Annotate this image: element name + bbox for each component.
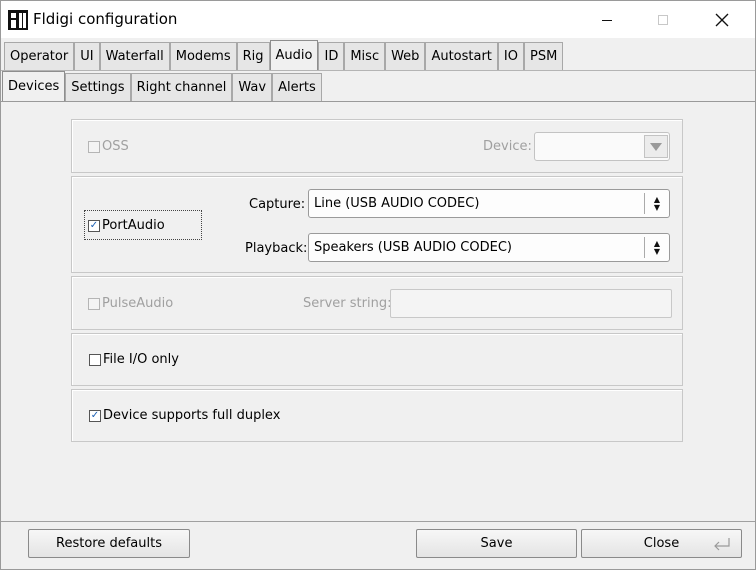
fldigi-app-icon: [8, 10, 28, 30]
server-string-label: Server string:: [303, 296, 392, 311]
tab-operator[interactable]: Operator: [4, 42, 75, 70]
window-title: Fldigi configuration: [33, 10, 178, 28]
tab-rig[interactable]: Rig: [236, 42, 270, 70]
tab-misc[interactable]: Misc: [344, 42, 386, 70]
full-duplex-label: Device supports full duplex: [103, 408, 281, 423]
portaudio-group: ✓ PortAudio Capture: Line (USB AUDIO COD…: [71, 176, 683, 273]
close-button[interactable]: Close: [581, 529, 742, 558]
oss-label: OSS: [102, 139, 129, 154]
full-duplex-group: ✓ Device supports full duplex: [71, 389, 683, 442]
tab-id[interactable]: ID: [318, 42, 345, 70]
oss-group: OSS Device:: [71, 119, 683, 173]
tab-waterfall[interactable]: Waterfall: [99, 42, 170, 70]
pulseaudio-group: PulseAudio Server string:: [71, 276, 683, 330]
file-io-group: File I/O only: [71, 333, 683, 386]
restore-defaults-button[interactable]: Restore defaults: [28, 529, 190, 558]
bottom-separator: [1, 521, 755, 522]
portaudio-checkbox[interactable]: ✓: [88, 220, 100, 232]
playback-select[interactable]: Speakers (USB AUDIO CODEC) ▲ ▼: [308, 233, 670, 262]
save-button[interactable]: Save: [416, 529, 577, 558]
capture-updown-icon: ▲ ▼: [644, 193, 669, 214]
close-icon: [715, 13, 729, 26]
pulseaudio-label: PulseAudio: [102, 296, 174, 311]
subtab-wav[interactable]: Wav: [232, 73, 273, 101]
playback-value: Speakers (USB AUDIO CODEC): [314, 240, 512, 255]
return-arrow-icon: [714, 538, 730, 551]
oss-device-dropdown-arrow[interactable]: [644, 135, 668, 158]
capture-value: Line (USB AUDIO CODEC): [314, 196, 480, 211]
maximize-icon: [658, 14, 668, 25]
tab-psm[interactable]: PSM: [523, 42, 564, 70]
close-button-label: Close: [643, 536, 680, 551]
portaudio-label: PortAudio: [102, 218, 165, 233]
capture-select[interactable]: Line (USB AUDIO CODEC) ▲ ▼: [308, 189, 670, 218]
subtab-row-divider: [1, 101, 755, 102]
primary-tab-bar: Operator UI Waterfall Modems Rig Audio I…: [4, 40, 564, 70]
chevron-down-icon: [650, 142, 662, 151]
tab-io[interactable]: IO: [497, 42, 524, 70]
full-duplex-checkbox[interactable]: ✓: [89, 410, 101, 422]
server-string-input[interactable]: [390, 289, 672, 318]
tab-web[interactable]: Web: [385, 42, 426, 70]
oss-device-select[interactable]: [534, 132, 670, 161]
minimize-icon: [602, 19, 612, 21]
subtab-devices[interactable]: Devices: [2, 71, 66, 101]
oss-checkbox[interactable]: [88, 141, 100, 153]
config-window: Fldigi configuration Operator UI Waterfa…: [0, 0, 756, 570]
tab-ui[interactable]: UI: [74, 42, 100, 70]
pulseaudio-checkbox[interactable]: [88, 298, 100, 310]
minimize-button[interactable]: [584, 1, 630, 38]
tab-modems[interactable]: Modems: [169, 42, 237, 70]
maximize-button[interactable]: [640, 1, 686, 38]
file-io-checkbox[interactable]: [89, 354, 101, 366]
file-io-label: File I/O only: [103, 352, 179, 367]
secondary-tab-bar: Devices Settings Right channel Wav Alert…: [2, 71, 322, 101]
tab-autostart[interactable]: Autostart: [425, 42, 498, 70]
subtab-alerts[interactable]: Alerts: [272, 73, 322, 101]
subtab-settings[interactable]: Settings: [65, 73, 131, 101]
close-window-button[interactable]: [699, 1, 745, 38]
playback-updown-icon: ▲ ▼: [644, 237, 669, 258]
title-bar: Fldigi configuration: [1, 1, 755, 38]
subtab-right-channel[interactable]: Right channel: [130, 73, 233, 101]
oss-device-label: Device:: [483, 139, 532, 154]
capture-label: Capture:: [249, 197, 306, 212]
playback-label: Playback:: [245, 241, 308, 256]
tab-audio[interactable]: Audio: [269, 40, 319, 70]
